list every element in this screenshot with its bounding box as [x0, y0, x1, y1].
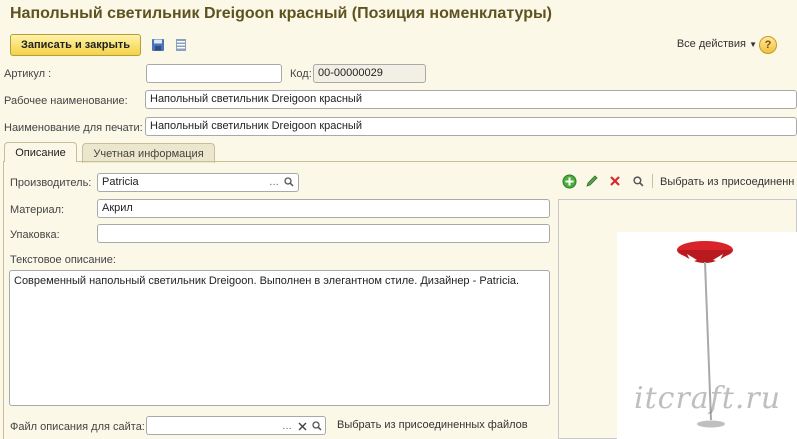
- article-field[interactable]: [146, 64, 282, 83]
- watermark: itcraft.ru: [634, 381, 782, 416]
- site-file-label: Файл описания для сайта:: [10, 421, 145, 433]
- print-name-label: Наименование для печати:: [4, 122, 143, 134]
- toolbar-divider: [652, 174, 653, 188]
- tab-description[interactable]: Описание: [4, 142, 77, 162]
- choose-attached-files-link[interactable]: Выбрать из присоединенных файлов: [337, 419, 528, 431]
- help-button[interactable]: ?: [759, 36, 777, 54]
- all-actions-label: Все действия: [676, 38, 747, 50]
- all-actions-menu[interactable]: Все действия ▼: [677, 38, 757, 50]
- code-label: Код:: [290, 68, 312, 80]
- add-icon[interactable]: [561, 173, 577, 189]
- manufacturer-label: Производитель:: [10, 177, 92, 189]
- print-name-field[interactable]: Напольный светильник Dreigoon красный: [145, 117, 797, 136]
- packaging-field[interactable]: [97, 224, 550, 243]
- work-name-field[interactable]: Напольный светильник Dreigoon красный: [145, 90, 797, 109]
- manufacturer-search-icon[interactable]: [282, 174, 296, 190]
- material-label: Материал:: [10, 204, 65, 216]
- text-description-label: Текстовое описание:: [10, 254, 116, 266]
- work-name-label: Рабочее наименование:: [4, 95, 128, 107]
- clear-icon[interactable]: [295, 418, 309, 434]
- list-icon[interactable]: [173, 37, 189, 53]
- save-icon[interactable]: [150, 37, 166, 53]
- material-field[interactable]: Акрил: [97, 199, 550, 218]
- choose-attached-top-link[interactable]: Выбрать из присоединенн: [660, 176, 794, 188]
- window-title: Напольный светильник Dreigoon красный (П…: [10, 5, 552, 22]
- packaging-label: Упаковка:: [10, 229, 60, 241]
- choose-file-button[interactable]: …: [280, 418, 294, 434]
- text-description-field[interactable]: Современный напольный светильник Dreigoo…: [9, 270, 550, 406]
- delete-icon[interactable]: [607, 173, 623, 189]
- save-and-close-button[interactable]: Записать и закрыть: [10, 34, 141, 56]
- tab-accounting-info[interactable]: Учетная информация: [82, 143, 215, 163]
- search-icon[interactable]: [630, 173, 646, 189]
- chevron-down-icon: ▼: [749, 40, 757, 49]
- code-field[interactable]: 00-00000029: [313, 64, 426, 83]
- choose-manufacturer-button[interactable]: …: [267, 174, 281, 190]
- edit-icon[interactable]: [584, 173, 600, 189]
- article-label: Артикул :: [4, 68, 52, 80]
- site-file-search-icon[interactable]: [310, 418, 324, 434]
